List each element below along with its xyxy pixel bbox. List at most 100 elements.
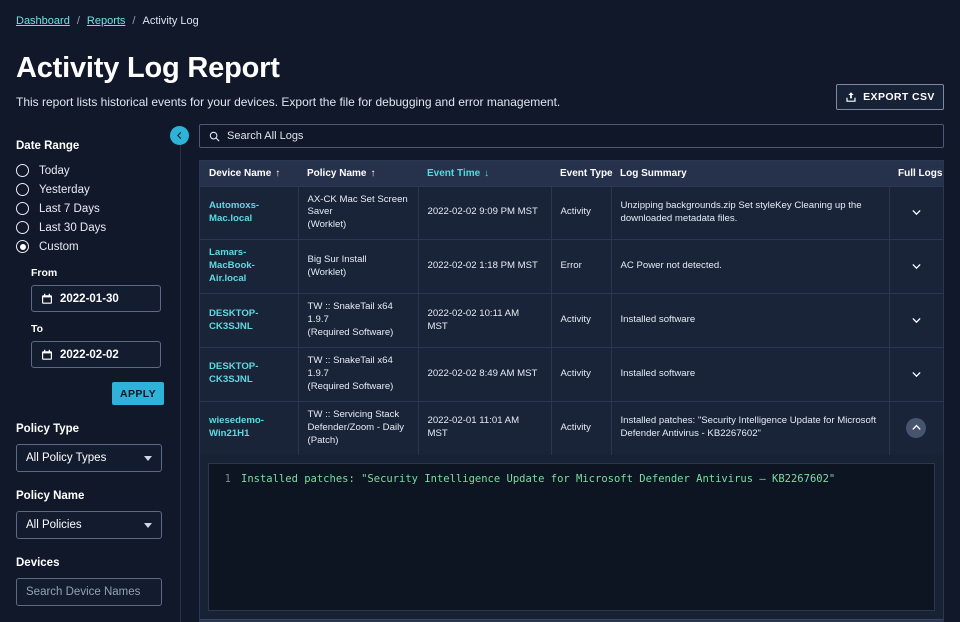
policy-type-text: (Patch) [308, 435, 409, 448]
cell-device-name: Lamars-MacBook-Air.local [200, 240, 298, 294]
table-row: DESKTOP-CK3SJNL TW :: SnakeTail x64 1.9.… [200, 347, 943, 401]
column-header-event-type[interactable]: Event Type [551, 161, 611, 186]
devices-group: Devices Search Device Names [16, 557, 164, 606]
radio-label-today: Today [39, 165, 70, 177]
policy-type-select[interactable]: All Policy Types [16, 444, 162, 472]
breadcrumb-link-reports[interactable]: Reports [87, 15, 126, 27]
radio-icon-last-30-days [16, 221, 29, 234]
radio-label-last-7-days: Last 7 Days [39, 203, 100, 215]
expand-log-button[interactable] [906, 257, 926, 277]
radio-today[interactable]: Today [16, 161, 164, 180]
radio-label-custom: Custom [39, 241, 79, 253]
from-date-input[interactable]: 2022-01-30 [31, 285, 161, 312]
sort-arrow-up-icon: ↑ [275, 168, 280, 179]
devices-label: Devices [16, 557, 164, 569]
cell-event-time: 2022-02-01 11:01 AM MST [418, 401, 551, 454]
device-search-input[interactable]: Search Device Names [16, 578, 162, 606]
cell-policy-name: TW :: SnakeTail x64 1.9.7 (Required Soft… [298, 294, 418, 348]
radio-custom[interactable]: Custom [16, 237, 164, 256]
column-label-event-time: Event Time [427, 168, 480, 179]
radio-icon-yesterday [16, 183, 29, 196]
cell-full-logs [889, 294, 943, 348]
activity-log-table: Device Name ↑ Policy Name↑ Event Time ↓ Ev… [199, 160, 944, 622]
cell-full-logs [889, 347, 943, 401]
cell-log-summary: Unzipping backgrounds.zip Set styleKey C… [611, 186, 889, 240]
collapse-log-button[interactable] [906, 418, 926, 438]
policy-name-select[interactable]: All Policies [16, 511, 162, 539]
device-link[interactable]: Automoxs-Mac.local [209, 200, 259, 224]
filters-sidebar: Date Range Today Yesterday Last 7 Days L… [0, 130, 181, 622]
radio-label-yesterday: Yesterday [39, 184, 90, 196]
policy-name-text: TW :: SnakeTail x64 1.9.7 [308, 355, 409, 381]
policy-type-text: (Worklet) [308, 267, 409, 280]
breadcrumb-separator-2: / [132, 15, 135, 27]
from-date-value: 2022-01-30 [60, 293, 119, 305]
cell-event-type: Activity [551, 347, 611, 401]
apply-button[interactable]: APPLY [112, 382, 164, 405]
radio-icon-custom [16, 240, 29, 253]
export-icon [845, 91, 857, 103]
column-header-device-name[interactable]: Device Name ↑ [200, 161, 298, 186]
policy-name-text: AX-CK Mac Set Screen Saver [308, 194, 409, 220]
column-header-policy-name[interactable]: Policy Name↑ [298, 161, 418, 186]
device-link[interactable]: wiesedemo-Win21H1 [209, 415, 264, 439]
radio-label-last-30-days: Last 30 Days [39, 222, 106, 234]
column-label-full-logs: Full Logs [898, 168, 942, 179]
table-row: DESKTOP-CK3SJNL TW :: SnakeTail x64 1.9.… [200, 294, 943, 348]
table-header-row: Device Name ↑ Policy Name↑ Event Time ↓ Ev… [200, 161, 943, 186]
cell-device-name: DESKTOP-CK3SJNL [200, 347, 298, 401]
cell-full-logs [889, 240, 943, 294]
search-all-logs-input[interactable]: Search All Logs [199, 124, 944, 148]
log-line-number: 1 [221, 473, 231, 485]
expand-log-button[interactable] [906, 310, 926, 330]
column-header-event-time[interactable]: Event Time ↓ [418, 161, 551, 186]
cell-log-summary: Installed software [611, 294, 889, 348]
radio-yesterday[interactable]: Yesterday [16, 180, 164, 199]
column-label-device-name: Device Name [209, 168, 271, 179]
export-csv-button[interactable]: EXPORT CSV [836, 84, 944, 110]
radio-icon-last-7-days [16, 202, 29, 215]
policy-name-text: TW :: Servicing Stack Defender/Zoom - Da… [308, 409, 409, 435]
cell-policy-name: Big Sur Install (Worklet) [298, 240, 418, 294]
sort-arrow-down-icon: ↓ [484, 168, 489, 179]
column-label-event-type: Event Type [560, 168, 613, 179]
policy-name-text: TW :: SnakeTail x64 1.9.7 [308, 301, 409, 327]
table-footer: Logs per page: 25 1-5 of 5 ‹ › [200, 619, 943, 622]
expanded-log-panel[interactable]: 1 Installed patches: "Security Intellige… [208, 463, 935, 611]
cell-policy-name: TW :: SnakeTail x64 1.9.7 (Required Soft… [298, 347, 418, 401]
cell-event-time: 2022-02-02 10:11 AM MST [418, 294, 551, 348]
cell-full-logs [889, 186, 943, 240]
cell-event-time: 2022-02-02 9:09 PM MST [418, 186, 551, 240]
breadcrumb: Dashboard / Reports / Activity Log [16, 15, 199, 27]
to-date-input[interactable]: 2022-02-02 [31, 341, 161, 368]
chevron-down-icon [911, 261, 922, 272]
chevron-down-icon [911, 207, 922, 218]
table-row: Automoxs-Mac.local AX-CK Mac Set Screen … [200, 186, 943, 240]
table-row: wiesedemo-Win21H1 TW :: Servicing Stack … [200, 401, 943, 454]
cell-full-logs [889, 401, 943, 454]
device-link[interactable]: DESKTOP-CK3SJNL [209, 308, 258, 332]
chevron-down-icon [144, 456, 152, 461]
search-icon [209, 131, 220, 142]
sidebar-collapse-toggle[interactable] [170, 126, 189, 145]
chevron-down-icon [911, 369, 922, 380]
chevron-down-icon [144, 523, 152, 528]
to-label: To [31, 323, 164, 335]
device-link[interactable]: DESKTOP-CK3SJNL [209, 361, 258, 385]
sort-arrow-up-icon: ↑ [370, 168, 375, 179]
from-label: From [31, 267, 164, 279]
policy-name-text: Big Sur Install [308, 254, 409, 267]
main-content: Search All Logs Device Name ↑ Policy Name… [199, 124, 944, 622]
expand-log-button[interactable] [906, 203, 926, 223]
calendar-icon [41, 293, 53, 305]
breadcrumb-current: Activity Log [142, 15, 198, 27]
cell-log-summary: AC Power not detected. [611, 240, 889, 294]
expand-log-button[interactable] [906, 364, 926, 384]
device-link[interactable]: Lamars-MacBook-Air.local [209, 247, 255, 284]
chevron-up-icon [911, 422, 922, 433]
radio-last-30-days[interactable]: Last 30 Days [16, 218, 164, 237]
table-row: Lamars-MacBook-Air.local Big Sur Install… [200, 240, 943, 294]
column-header-log-summary[interactable]: Log Summary [611, 161, 889, 186]
radio-last-7-days[interactable]: Last 7 Days [16, 199, 164, 218]
breadcrumb-link-dashboard[interactable]: Dashboard [16, 15, 70, 27]
